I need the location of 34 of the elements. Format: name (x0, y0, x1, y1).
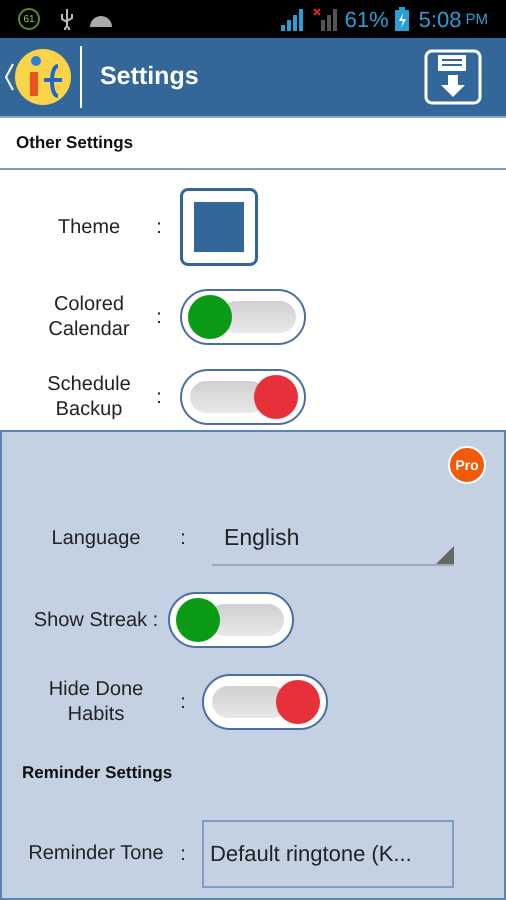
colon: : (155, 215, 163, 240)
colon: : (155, 385, 163, 410)
colon: : (179, 526, 187, 551)
clock-suffix: PM (466, 10, 488, 30)
pro-badge: Pro (448, 446, 486, 484)
reminder-section-title: Reminder Settings (22, 762, 174, 784)
ringtone-field[interactable]: Default ringtone (K... (202, 820, 454, 888)
no-signal-icon (312, 7, 339, 31)
setting-label: Reminder Tone (28, 841, 164, 866)
app-logo-icon (14, 48, 72, 106)
setting-label: Theme (56, 214, 122, 240)
section-title: Other Settings (16, 132, 134, 154)
colon: : (155, 305, 163, 330)
setting-label: Hide Done Habits (48, 677, 144, 727)
back-button[interactable] (4, 48, 72, 106)
back-chevron-icon (4, 62, 14, 92)
setting-label: Language (50, 526, 142, 550)
setting-label: Colored Calendar (47, 292, 131, 342)
setting-label: Schedule Backup (46, 372, 132, 422)
language-dropdown[interactable]: English (212, 510, 454, 566)
clock-time: 5:08 (418, 6, 462, 34)
setting-label: Show Streak : (32, 608, 160, 632)
usb-icon (60, 8, 74, 30)
battery-percent: 61% (344, 6, 389, 34)
screen-title: Settings (100, 61, 200, 92)
battery-charging-icon (394, 7, 409, 31)
dropdown-corner-icon (436, 546, 454, 564)
colon: : (179, 690, 187, 715)
save-icon (424, 49, 482, 105)
save-button[interactable] (424, 49, 482, 105)
signal-icon (278, 7, 305, 31)
notification-badge: 61 (18, 8, 40, 30)
theme-color-button[interactable] (180, 188, 258, 266)
colon: : (179, 842, 187, 866)
